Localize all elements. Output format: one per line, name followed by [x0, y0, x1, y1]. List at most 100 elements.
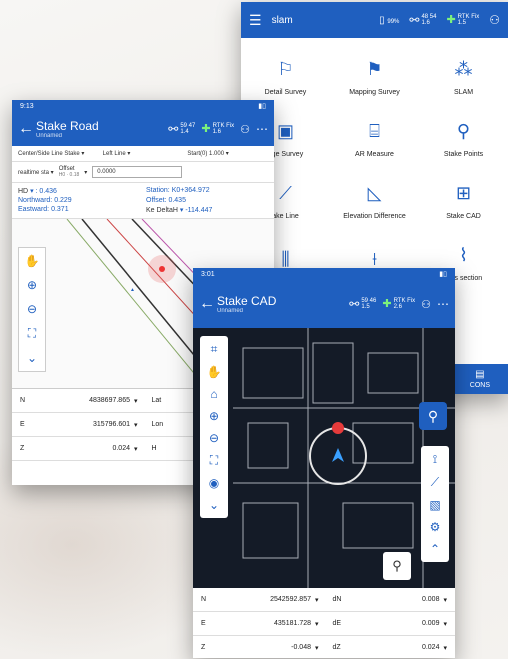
coordinate-panel: N 2542592.857 ▾ dN 0.008 ▾ E 435181.728 …: [193, 588, 455, 658]
chevron-down-icon[interactable]: ▾: [315, 596, 319, 604]
satellite-icon: ⚯: [349, 297, 360, 311]
receiver-icon[interactable]: ⚇: [421, 298, 431, 311]
more-icon[interactable]: ⋯: [256, 122, 268, 136]
stake-point-icon[interactable]: ⟟: [433, 452, 437, 467]
expand-up-icon[interactable]: ⌃: [430, 542, 440, 556]
survey-menu-grid: ⚐ Detail Survey ⚑ Mapping Survey ⁂ SLAM …: [241, 38, 508, 292]
globe-icon[interactable]: ◉: [209, 476, 219, 490]
bottom-tab[interactable]: ▤ CONS: [470, 369, 490, 389]
scan-icon[interactable]: ⌗: [211, 342, 218, 357]
fix-plus-icon: ✚: [201, 123, 211, 135]
cad-left-toolbar: ⌗ ✋ ⌂ ⊕ ⊖ ⛶ ◉ ⌄: [200, 336, 228, 518]
chevron-down-icon[interactable]: ▾: [443, 620, 447, 628]
back-arrow-icon[interactable]: ←: [199, 295, 217, 313]
zoom-out-icon[interactable]: ⊖: [27, 302, 37, 316]
menu-label: ake Line: [272, 212, 299, 220]
menu-label: Stake Points: [443, 150, 484, 158]
map-toolbar: ✋ ⊕ ⊖ ⛶ ⌄: [18, 247, 46, 372]
stake-options-row: Center/Side Line Stake ▾ Left Line ▾ Sta…: [12, 146, 274, 162]
fix-status: ✚ RTK Fix 1.6: [201, 123, 235, 135]
menu-slam[interactable]: ⁂ SLAM: [419, 44, 508, 106]
chevron-down-icon[interactable]: ▾: [315, 620, 319, 628]
chevron-down-icon[interactable]: ▾: [84, 169, 87, 176]
more-icon[interactable]: ⋯: [437, 297, 449, 311]
satellite-icon: ⚯: [409, 13, 420, 27]
battery-icon: ▮▯: [439, 271, 447, 278]
menu-mapping-survey[interactable]: ⚑ Mapping Survey: [330, 44, 419, 106]
receiver-icon[interactable]: ⚇: [240, 123, 250, 136]
stake-type-select[interactable]: Center/Side Line Stake ▾: [18, 150, 99, 157]
map-marker-label: ▲: [130, 287, 135, 293]
chevron-down-icon[interactable]: ▾: [134, 445, 138, 453]
zoom-out-icon[interactable]: ⊖: [209, 431, 219, 445]
menu-label: SLAM: [453, 88, 474, 96]
flag-icon: ⚐: [277, 59, 294, 79]
slam-header: ☰ slam ▯ 99% ⚯ 48 54 1.6 ✚ RTK Fix 1.5 ⚇: [241, 2, 508, 38]
measure-button[interactable]: ⚲: [383, 552, 411, 580]
magnifier-icon: ⚲: [392, 558, 402, 573]
satellite-status: ⚯ 48 54 1.6: [409, 13, 437, 27]
collapse-icon[interactable]: ⌄: [209, 498, 219, 512]
receiver-icon[interactable]: ⚇: [489, 13, 500, 27]
start-select[interactable]: Start(0) 1.000 ▾: [187, 150, 268, 157]
satellite-status: ⚯ 59 46 1.5: [349, 297, 377, 311]
page-title: Stake Road: [36, 119, 99, 133]
satellite-status: ⚯ 59 47 1.4: [168, 122, 196, 136]
chevron-down-icon[interactable]: ▾: [134, 421, 138, 429]
stake-cad-screen: 3:01 ▮▯ ← Stake CAD Unnamed ⚯ 59 46 1.5 …: [193, 268, 455, 658]
page-title: Stake CAD: [217, 294, 277, 308]
page-subtitle: Unnamed: [36, 133, 63, 139]
layer-icon[interactable]: ▧: [429, 498, 440, 512]
hand-pan-icon[interactable]: ✋: [207, 365, 222, 379]
collapse-icon[interactable]: ⌄: [27, 351, 37, 365]
menu-label: Mapping Survey: [349, 88, 400, 96]
menu-label: Elevation Difference: [343, 212, 406, 220]
menu-ar-measure[interactable]: ⌸ AR Measure: [330, 106, 419, 168]
chevron-down-icon[interactable]: ▾: [134, 397, 138, 405]
hand-pan-icon[interactable]: ✋: [25, 254, 40, 268]
chevron-down-icon[interactable]: ▾: [443, 644, 447, 652]
fix-status: ✚ RTK Fix 1.5: [446, 14, 480, 26]
battery-icon: ▯: [379, 14, 385, 26]
menu-icon[interactable]: ☰: [249, 12, 262, 29]
zoom-in-icon[interactable]: ⊕: [27, 278, 37, 292]
realtime-select[interactable]: realtime sta ▾: [18, 169, 54, 176]
settings-tool-icon[interactable]: ⚙: [430, 520, 441, 534]
offset-input[interactable]: 0.0000: [92, 166, 183, 178]
slam-icon: ⁂: [454, 59, 473, 79]
coord-row: N 2542592.857 ▾ dN 0.008 ▾: [193, 588, 455, 612]
menu-label: Detail Survey: [264, 88, 307, 96]
fit-extent-icon[interactable]: ⛶: [28, 326, 36, 341]
menu-stake-cad[interactable]: ⊞ Stake CAD: [419, 168, 508, 230]
zoom-in-icon[interactable]: ⊕: [209, 409, 219, 423]
document-icon: ▤: [475, 369, 485, 380]
status-time: 3:01: [201, 270, 215, 278]
offset-selector[interactable]: Offset H0 · 0.18: [59, 166, 80, 178]
stake-cad-icon: ⊞: [455, 183, 472, 203]
stake-line-icon[interactable]: ⟋: [431, 475, 439, 490]
stake-info-panel: HD ▾ : 0.436 Station: K0+364.972 Northwa…: [12, 183, 274, 219]
battery-status: ▯ 99%: [379, 14, 400, 26]
location-pin-icon: ⚲: [427, 407, 439, 424]
menu-elevation-difference[interactable]: ◺ Elevation Difference: [330, 168, 419, 230]
locate-button[interactable]: ⚲: [419, 402, 447, 430]
stake-cad-titlebar: ← Stake CAD Unnamed ⚯ 59 46 1.5 ✚ RTK Fi…: [193, 280, 455, 328]
coord-row: Z -0.048 ▾ dZ 0.024 ▾: [193, 636, 455, 658]
chevron-down-icon[interactable]: ▾: [443, 596, 447, 604]
status-bar: 3:01 ▮▯: [193, 268, 455, 280]
fit-extent-icon[interactable]: ⛶: [210, 453, 218, 468]
elevation-icon: ◺: [367, 183, 382, 203]
stake-road-titlebar: ← Stake Road Unnamed ⚯ 59 47 1.4 ✚ RTK F…: [12, 112, 274, 146]
cad-drawing-view[interactable]: ⌗ ✋ ⌂ ⊕ ⊖ ⛶ ◉ ⌄ ⚲ ⟟ ⟋ ▧ ⚙ ⌃ ⚲: [193, 328, 455, 588]
app-title: slam: [271, 14, 293, 26]
back-arrow-icon[interactable]: ←: [18, 120, 36, 138]
fix-status: ✚ RTK Fix 2.6: [382, 298, 416, 310]
line-select[interactable]: Left Line ▾: [103, 150, 184, 157]
offset-row: realtime sta ▾ Offset H0 · 0.18 ▾ 0.0000: [12, 162, 274, 183]
menu-label: Stake CAD: [446, 212, 481, 220]
chevron-down-icon[interactable]: ▾: [315, 644, 319, 652]
flag-path-icon: ⚑: [366, 59, 383, 79]
menu-stake-points[interactable]: ⚲ Stake Points: [419, 106, 508, 168]
building-icon[interactable]: ⌂: [210, 387, 217, 401]
menu-detail-survey[interactable]: ⚐ Detail Survey: [241, 44, 330, 106]
